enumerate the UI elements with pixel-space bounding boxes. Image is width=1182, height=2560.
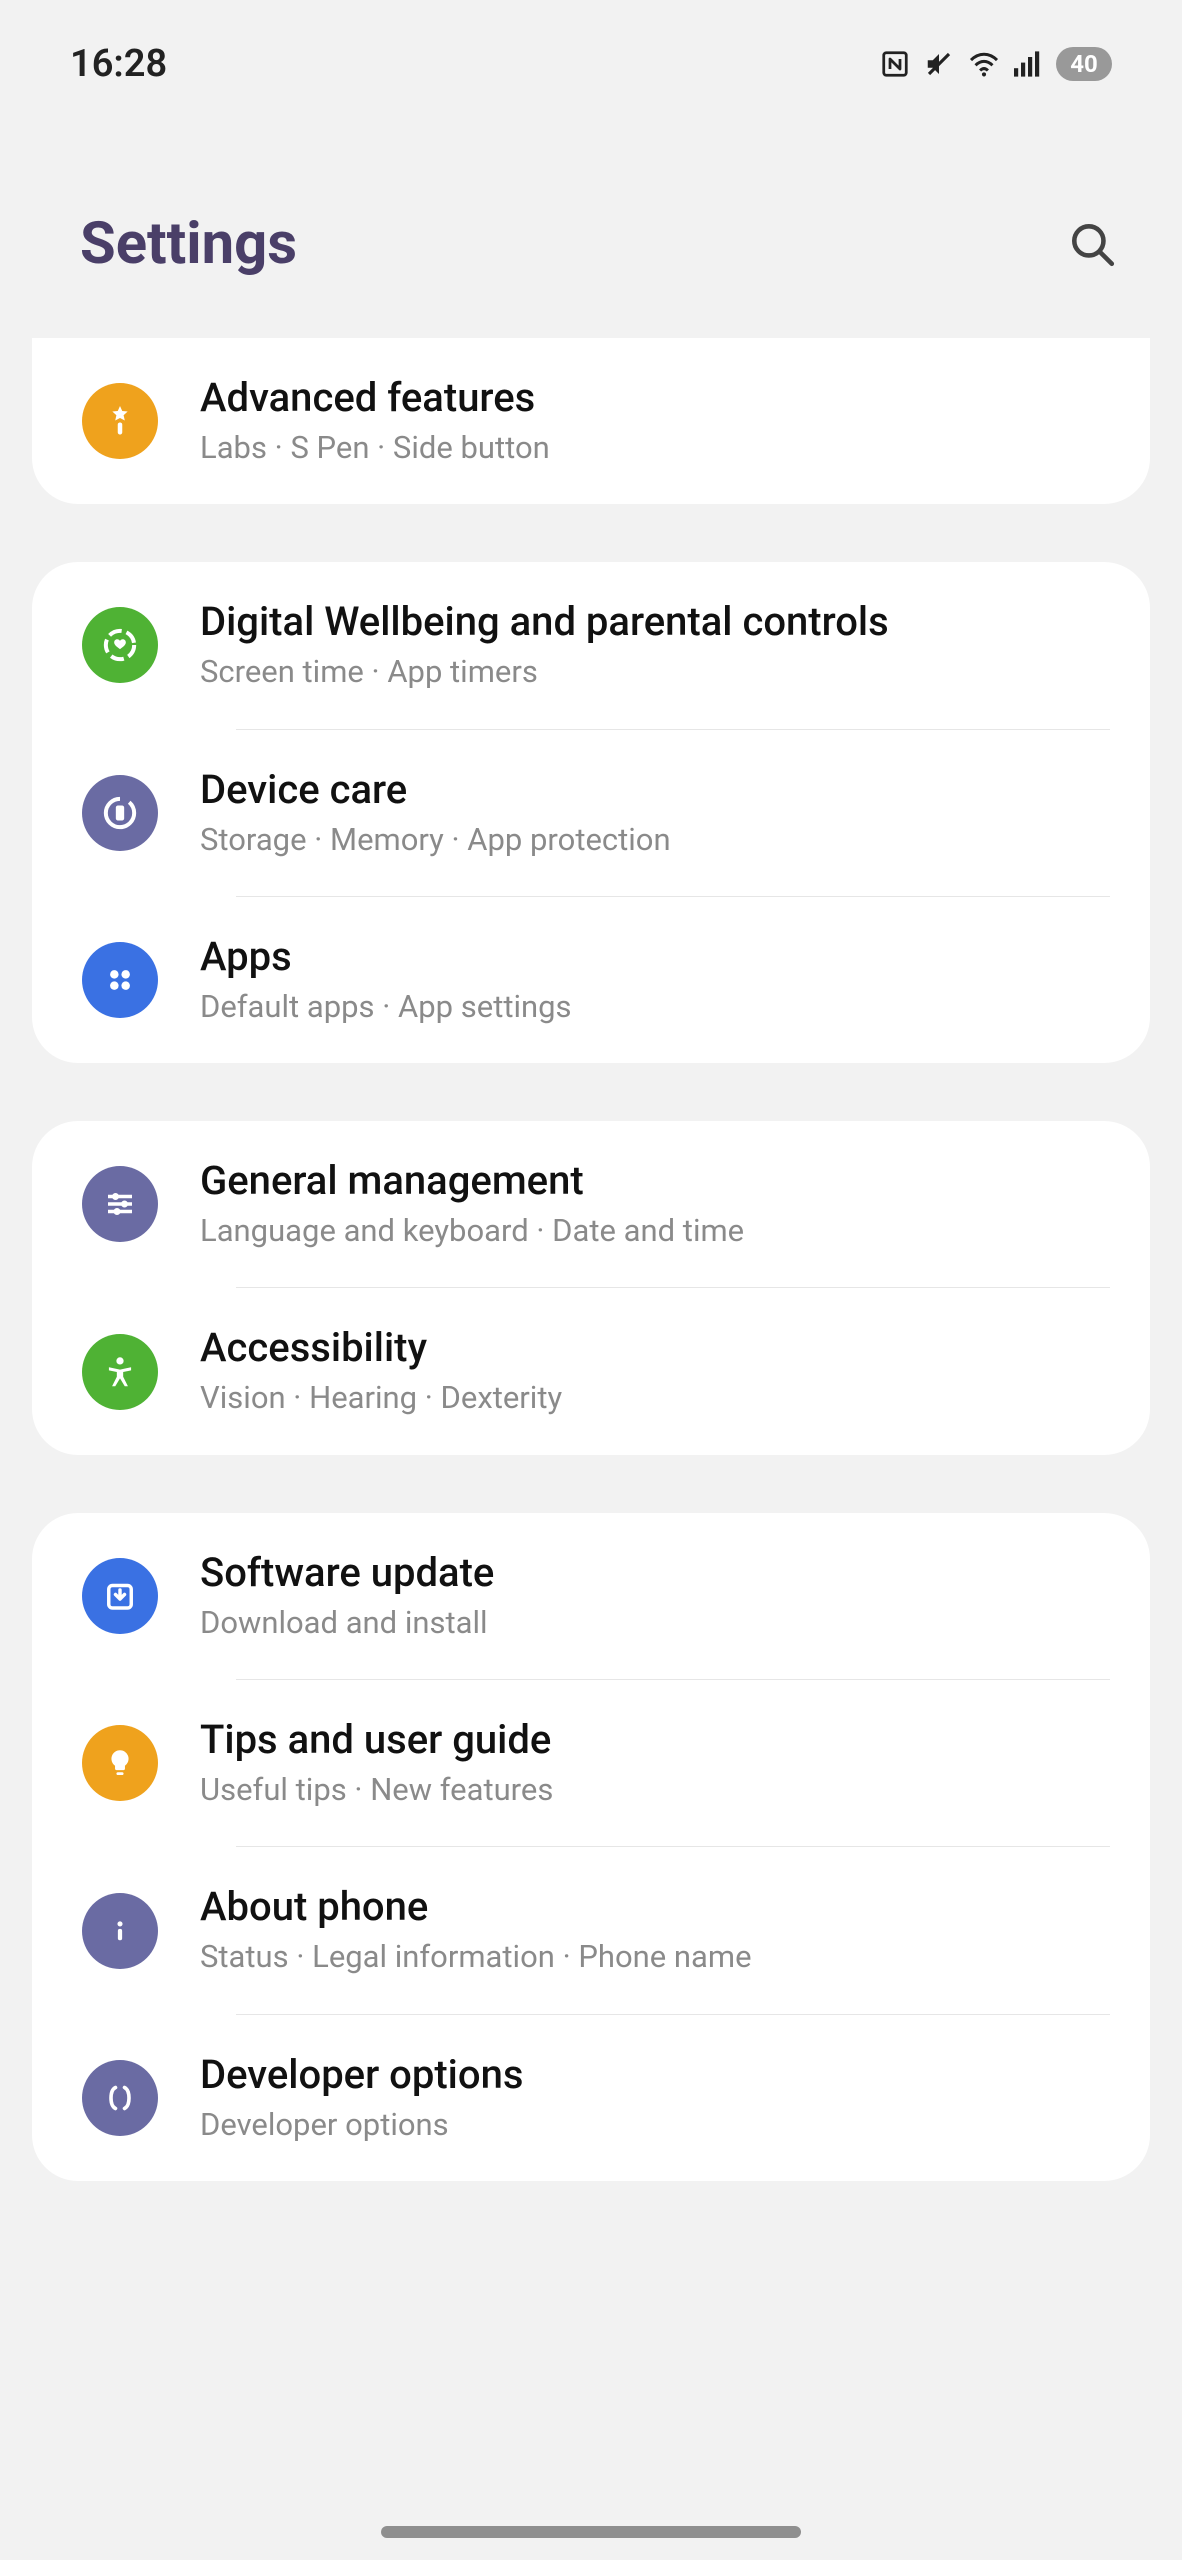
digital-wellbeing-icon (82, 607, 158, 683)
row-subtitle: Useful tips · New features (200, 1770, 553, 1810)
row-title: Tips and user guide (200, 1716, 553, 1764)
row-title: Apps (200, 933, 572, 981)
row-apps[interactable]: Apps Default apps · App settings (32, 897, 1150, 1063)
row-text: About phone Status · Legal information ·… (200, 1883, 752, 1977)
general-management-icon (82, 1166, 158, 1242)
row-subtitle: Labs · S Pen · Side button (200, 428, 550, 468)
row-subtitle: Developer options (200, 2105, 523, 2145)
header: Settings (0, 110, 1182, 338)
page-title: Settings (80, 210, 297, 278)
row-text: Device care Storage · Memory · App prote… (200, 766, 671, 860)
settings-section: Software update Download and install Tip… (32, 1513, 1150, 2181)
search-button[interactable] (1062, 214, 1122, 274)
settings-section: Advanced features Labs · S Pen · Side bu… (32, 338, 1150, 504)
settings-section: Digital Wellbeing and parental controls … (32, 562, 1150, 1063)
row-text: Developer options Developer options (200, 2051, 523, 2145)
nfc-icon (880, 49, 910, 79)
row-title: Digital Wellbeing and parental controls (200, 598, 889, 646)
about-phone-icon (82, 1893, 158, 1969)
software-update-icon (82, 1558, 158, 1634)
battery-indicator: 40 (1056, 47, 1112, 81)
row-subtitle: Download and install (200, 1603, 494, 1643)
status-time: 16:28 (70, 42, 167, 86)
row-title: About phone (200, 1883, 752, 1931)
status-icons: 40 (880, 47, 1112, 81)
row-accessibility[interactable]: Accessibility Vision · Hearing · Dexteri… (32, 1288, 1150, 1454)
row-title: Developer options (200, 2051, 523, 2099)
developer-options-icon (82, 2060, 158, 2136)
row-subtitle: Vision · Hearing · Dexterity (200, 1378, 562, 1418)
signal-icon (1014, 51, 1042, 77)
accessibility-icon (82, 1334, 158, 1410)
row-text: Accessibility Vision · Hearing · Dexteri… (200, 1324, 562, 1418)
status-bar: 16:28 40 (0, 0, 1182, 110)
row-text: Advanced features Labs · S Pen · Side bu… (200, 374, 550, 468)
row-title: Device care (200, 766, 671, 814)
row-text: Digital Wellbeing and parental controls … (200, 598, 889, 692)
row-text: Apps Default apps · App settings (200, 933, 572, 1027)
wifi-icon (968, 51, 1000, 77)
row-title: Advanced features (200, 374, 550, 422)
device-care-icon (82, 775, 158, 851)
tips-icon (82, 1725, 158, 1801)
advanced-features-icon (82, 383, 158, 459)
nav-handle[interactable] (381, 2526, 801, 2538)
search-icon (1067, 219, 1117, 269)
row-device-care[interactable]: Device care Storage · Memory · App prote… (32, 730, 1150, 896)
row-title: Accessibility (200, 1324, 562, 1372)
row-digital-wellbeing[interactable]: Digital Wellbeing and parental controls … (32, 562, 1150, 728)
row-advanced-features[interactable]: Advanced features Labs · S Pen · Side bu… (32, 338, 1150, 504)
row-subtitle: Default apps · App settings (200, 987, 572, 1027)
row-text: Software update Download and install (200, 1549, 494, 1643)
row-title: Software update (200, 1549, 494, 1597)
row-about-phone[interactable]: About phone Status · Legal information ·… (32, 1847, 1150, 2013)
row-title: General management (200, 1157, 744, 1205)
row-subtitle: Language and keyboard · Date and time (200, 1211, 744, 1251)
row-general-management[interactable]: General management Language and keyboard… (32, 1121, 1150, 1287)
row-subtitle: Screen time · App timers (200, 652, 889, 692)
row-text: Tips and user guide Useful tips · New fe… (200, 1716, 553, 1810)
row-developer-options[interactable]: Developer options Developer options (32, 2015, 1150, 2181)
row-text: General management Language and keyboard… (200, 1157, 744, 1251)
mute-icon (924, 49, 954, 79)
row-subtitle: Storage · Memory · App protection (200, 820, 671, 860)
row-subtitle: Status · Legal information · Phone name (200, 1937, 752, 1977)
settings-section: General management Language and keyboard… (32, 1121, 1150, 1455)
row-software-update[interactable]: Software update Download and install (32, 1513, 1150, 1679)
row-tips[interactable]: Tips and user guide Useful tips · New fe… (32, 1680, 1150, 1846)
apps-icon (82, 942, 158, 1018)
